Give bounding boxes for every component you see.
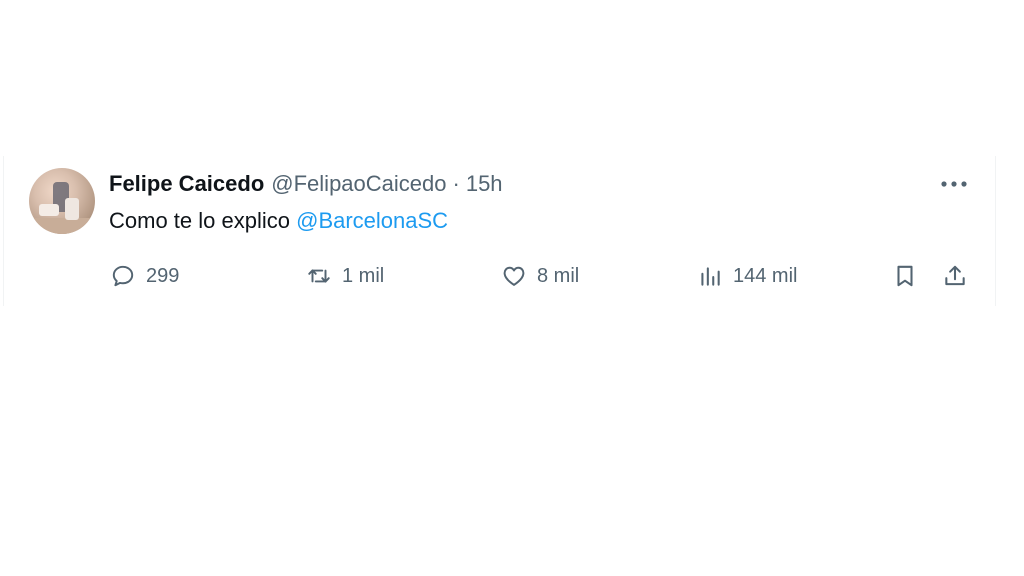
- page: Felipe Caicedo @FelipaoCaicedo · 15h Com…: [0, 0, 1024, 576]
- more-horizontal-icon: [941, 181, 967, 187]
- like-count: 8 mil: [537, 264, 580, 287]
- author-name[interactable]: Felipe Caicedo: [109, 171, 264, 197]
- mention-link[interactable]: @BarcelonaSC: [296, 208, 448, 233]
- tweet-card[interactable]: Felipe Caicedo @FelipaoCaicedo · 15h Com…: [3, 156, 996, 306]
- bookmark-button[interactable]: [892, 260, 918, 292]
- action-bar: 299 1 mil 8 mil 144 mil: [4, 260, 997, 292]
- tweet-timestamp[interactable]: 15h: [466, 171, 503, 197]
- more-options-button[interactable]: [938, 174, 970, 194]
- share-icon: [945, 265, 965, 286]
- share-button[interactable]: [942, 260, 968, 292]
- heart-icon: [503, 266, 525, 286]
- retweet-button[interactable]: 1 mil: [306, 260, 384, 292]
- tweet-header: Felipe Caicedo @FelipaoCaicedo · 15h: [109, 171, 503, 197]
- views-chart-icon: [701, 267, 720, 286]
- tweet-text: Como te lo explico @BarcelonaSC: [109, 208, 448, 234]
- author-handle[interactable]: @FelipaoCaicedo: [271, 171, 446, 197]
- reply-icon: [112, 265, 134, 287]
- bookmark-icon: [897, 265, 913, 287]
- like-button[interactable]: 8 mil: [501, 260, 579, 292]
- avatar[interactable]: [29, 168, 95, 234]
- views-count: 144 mil: [733, 264, 798, 287]
- tweet-body: Como te lo explico: [109, 208, 290, 233]
- reply-count: 299: [146, 264, 180, 287]
- views-button[interactable]: 144 mil: [697, 260, 797, 292]
- retweet-count: 1 mil: [342, 264, 385, 287]
- reply-button[interactable]: 299: [110, 260, 179, 292]
- retweet-icon: [308, 269, 330, 283]
- separator-dot: ·: [452, 171, 460, 196]
